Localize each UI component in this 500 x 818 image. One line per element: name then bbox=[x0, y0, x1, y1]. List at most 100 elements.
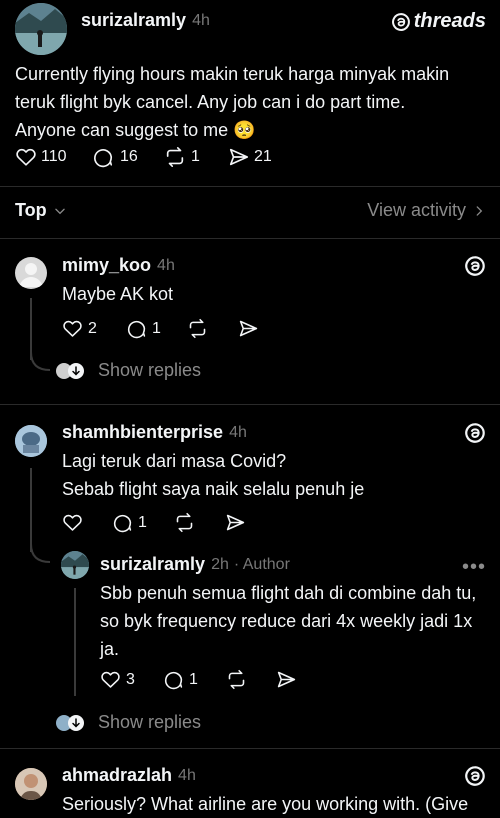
post-header: surizalramly 4h bbox=[81, 10, 210, 31]
post-repost-button[interactable]: 1 bbox=[163, 146, 200, 168]
post-text-line: Anyone can suggest to me 🥺 bbox=[15, 120, 256, 140]
post-author-avatar[interactable] bbox=[15, 3, 67, 55]
nested-reply-share-button[interactable] bbox=[276, 669, 297, 690]
nested-reply-text-line: ja. bbox=[100, 639, 120, 659]
chevron-down-icon bbox=[54, 208, 65, 214]
post-time: 4h bbox=[192, 11, 210, 29]
reply-text: Maybe AK kot bbox=[62, 284, 174, 304]
sort-label: Top bbox=[15, 200, 47, 220]
show-replies-button[interactable]: Show replies bbox=[56, 712, 201, 733]
view-activity-link[interactable]: View activity bbox=[367, 200, 486, 221]
view-activity-label: View activity bbox=[367, 200, 466, 220]
reply-username[interactable]: shamhbienterprise bbox=[62, 422, 223, 443]
post-share-count: 21 bbox=[254, 148, 272, 165]
divider bbox=[0, 748, 500, 749]
show-replies-button[interactable]: Show replies bbox=[56, 360, 201, 381]
send-icon bbox=[229, 148, 249, 166]
thread-line-curve bbox=[30, 544, 51, 563]
comment-bubble-icon bbox=[127, 320, 146, 339]
nested-reply-text: Sbb penuh semua flight dah di combine da… bbox=[100, 579, 492, 663]
divider bbox=[0, 404, 500, 405]
heart-icon bbox=[101, 671, 120, 688]
comment-bubble-icon bbox=[164, 671, 183, 690]
nested-reply-header: surizalramly 2h · Author bbox=[100, 554, 290, 575]
reply-comment-count: 1 bbox=[152, 319, 161, 337]
reply-avatar[interactable] bbox=[15, 257, 47, 289]
nested-reply-time: 2h bbox=[211, 555, 229, 573]
threads-reply-icon[interactable] bbox=[464, 255, 486, 282]
post-body: Currently flying hours makin teruk harga… bbox=[15, 60, 490, 144]
more-options-icon[interactable]: ••• bbox=[462, 556, 486, 579]
reply-avatar[interactable] bbox=[15, 425, 47, 457]
threads-reply-icon[interactable] bbox=[464, 422, 486, 449]
post-repost-count: 1 bbox=[191, 148, 200, 165]
post-comment-button[interactable]: 16 bbox=[92, 146, 138, 168]
nested-reply-text-line: so byk frequency reduce dari 4x weekly j… bbox=[100, 611, 473, 631]
reply-like-button[interactable]: 2 bbox=[62, 318, 97, 339]
nested-reply-username[interactable]: surizalramly bbox=[100, 554, 205, 575]
show-replies-label: Show replies bbox=[98, 712, 202, 732]
reply-time: 4h bbox=[178, 766, 196, 784]
reply-repost-button[interactable] bbox=[173, 512, 196, 533]
reply-time: 4h bbox=[229, 423, 247, 441]
comment-bubble-icon bbox=[113, 514, 132, 533]
threads-brand-name: threads bbox=[413, 10, 486, 32]
reply-text-line: Lagi teruk dari masa Covid? bbox=[62, 451, 287, 471]
repost-icon bbox=[228, 669, 245, 690]
reply-comment-button[interactable]: 1 bbox=[126, 318, 161, 339]
reply-username[interactable]: mimy_koo bbox=[62, 255, 151, 276]
nested-reply-avatar[interactable] bbox=[61, 551, 89, 579]
post-username[interactable]: surizalramly bbox=[81, 10, 186, 31]
reply-comment-button[interactable]: 1 bbox=[112, 512, 147, 533]
heart-icon bbox=[63, 514, 82, 531]
reply-username[interactable]: ahmadrazlah bbox=[62, 765, 172, 786]
nested-reply-comment-button[interactable]: 1 bbox=[163, 669, 198, 690]
reply-text-line: Sebab flight saya naik selalu penuh je bbox=[62, 479, 365, 499]
reply-share-button[interactable] bbox=[225, 512, 246, 533]
send-icon bbox=[277, 671, 296, 688]
author-tag: · Author bbox=[233, 555, 290, 573]
post-like-count: 110 bbox=[41, 148, 67, 165]
heart-icon bbox=[16, 148, 36, 166]
divider bbox=[0, 186, 500, 187]
comment-bubble-icon bbox=[94, 149, 113, 168]
reply-header: ahmadrazlah 4h bbox=[62, 765, 196, 786]
threads-logo-icon bbox=[391, 12, 410, 31]
sort-dropdown[interactable]: Top bbox=[15, 200, 67, 221]
divider bbox=[0, 238, 500, 239]
threads-icon bbox=[465, 423, 485, 443]
reply-like-button[interactable] bbox=[62, 512, 88, 533]
photo-avatar-image bbox=[15, 768, 47, 800]
post-like-button[interactable]: 110 bbox=[15, 146, 67, 168]
arrow-down-icon bbox=[68, 714, 84, 731]
send-icon bbox=[239, 320, 258, 337]
repost-icon bbox=[189, 318, 206, 339]
pleading-face-emoji: 🥺 bbox=[233, 120, 256, 140]
send-icon bbox=[226, 514, 245, 531]
threads-reply-icon[interactable] bbox=[464, 765, 486, 792]
reply-avatar[interactable] bbox=[15, 768, 47, 800]
nested-reply-repost-button[interactable] bbox=[225, 669, 248, 690]
post-text-line: teruk flight byk cancel. Any job can i d… bbox=[15, 92, 406, 112]
reply-repost-button[interactable] bbox=[186, 318, 209, 339]
post-text-line: Currently flying hours makin teruk harga… bbox=[15, 64, 450, 84]
repost-icon bbox=[176, 512, 193, 533]
reply-header: shamhbienterprise 4h bbox=[62, 422, 247, 443]
heart-icon bbox=[63, 320, 82, 337]
nested-reply-comment-count: 1 bbox=[189, 670, 198, 688]
threads-icon bbox=[465, 256, 485, 276]
thread-line bbox=[74, 588, 76, 696]
reply-header: mimy_koo 4h bbox=[62, 255, 175, 276]
reply-share-button[interactable] bbox=[238, 318, 259, 339]
landscape-avatar-image bbox=[61, 551, 89, 579]
nested-reply-like-button[interactable]: 3 bbox=[100, 669, 135, 690]
threads-logo[interactable]: threads bbox=[391, 10, 486, 33]
post-comment-count: 16 bbox=[120, 148, 138, 165]
default-avatar-icon bbox=[19, 263, 43, 287]
post-share-button[interactable]: 21 bbox=[228, 146, 272, 168]
reply-text: Lagi teruk dari masa Covid? Sebab flight… bbox=[62, 447, 364, 503]
reply-like-count: 2 bbox=[88, 319, 97, 337]
reply-time: 4h bbox=[157, 256, 175, 274]
thread-line-curve bbox=[30, 352, 51, 371]
thread-line bbox=[30, 298, 32, 360]
